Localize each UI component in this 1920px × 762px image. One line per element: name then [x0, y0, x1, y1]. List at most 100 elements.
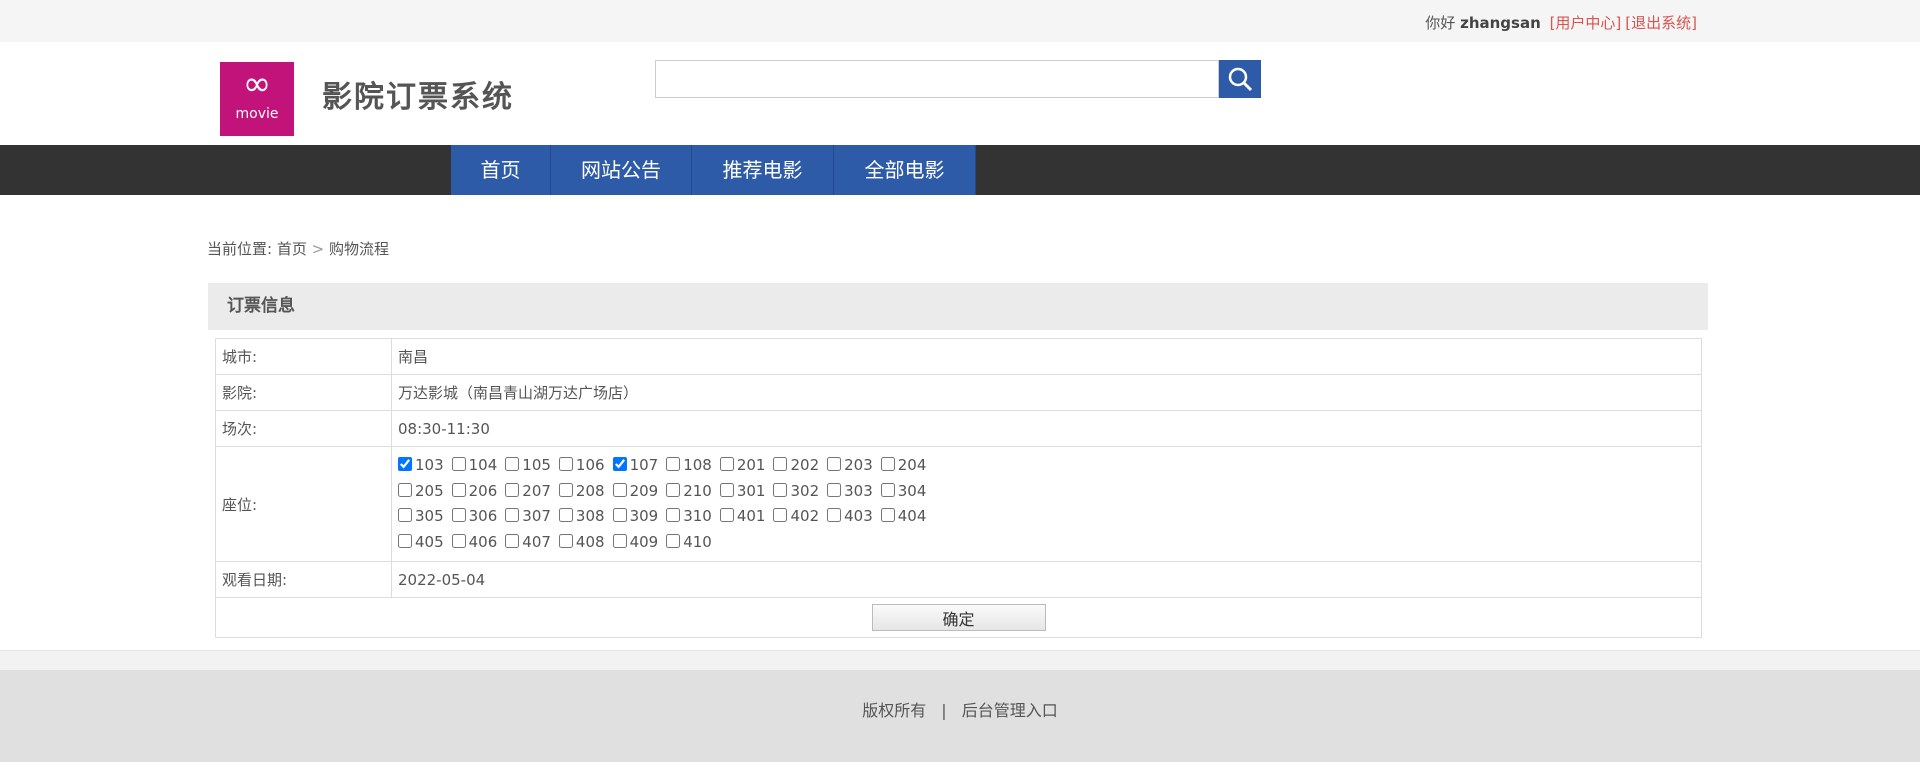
seat-option[interactable]: 301	[719, 479, 766, 505]
confirm-button[interactable]: 确定	[871, 604, 1046, 631]
seat-checkbox[interactable]	[666, 533, 681, 548]
table-row: 城市: 南昌	[215, 338, 1702, 375]
seat-number: 402	[790, 507, 820, 525]
seat-option[interactable]: 408	[558, 530, 605, 556]
search-input[interactable]	[655, 60, 1219, 98]
seat-checkbox[interactable]	[719, 508, 734, 522]
seat-option[interactable]: 204	[880, 453, 927, 479]
seat-option[interactable]: 201	[719, 453, 766, 479]
seat-checkbox[interactable]	[505, 482, 520, 497]
seat-checkbox[interactable]	[451, 457, 466, 471]
seat-option[interactable]: 206	[451, 479, 497, 505]
seat-number: 306	[468, 507, 498, 525]
seat-number: 302	[790, 481, 820, 500]
seat-option[interactable]: 105	[505, 453, 551, 479]
seat-option[interactable]: 104	[451, 453, 498, 479]
seat-option[interactable]: 309	[612, 504, 658, 530]
seat-checkbox[interactable]	[451, 482, 466, 497]
site-title: 影院订票系统	[322, 80, 514, 115]
seat-option[interactable]: 107	[612, 453, 658, 479]
seat-option[interactable]: 304	[880, 479, 926, 505]
seat-checkbox[interactable]	[505, 457, 520, 471]
seat-option[interactable]: 306	[451, 504, 498, 530]
seat-checkbox[interactable]	[666, 508, 681, 522]
seat-option[interactable]: 108	[666, 453, 712, 479]
seat-checkbox[interactable]	[880, 482, 895, 497]
seat-option[interactable]: 404	[880, 504, 926, 530]
seat-checkbox[interactable]	[880, 508, 895, 522]
seat-checkbox[interactable]	[827, 457, 842, 471]
breadcrumb-home[interactable]: 首页	[277, 240, 307, 258]
seat-checkbox[interactable]	[773, 482, 788, 497]
seat-checkbox[interactable]	[558, 508, 573, 522]
seat-option[interactable]: 209	[612, 479, 658, 505]
nav-all-movies[interactable]: 全部电影	[834, 145, 976, 195]
seat-number: 303	[844, 481, 873, 500]
logout-link[interactable]: [退出系统]	[1625, 14, 1697, 32]
user-center-link[interactable]: [用户中心]	[1550, 14, 1622, 32]
nav-home[interactable]: 首页	[451, 145, 551, 195]
seat-checkbox[interactable]	[398, 482, 412, 497]
seat-checkbox[interactable]	[558, 457, 573, 471]
seat-number: 104	[468, 456, 498, 474]
seat-option[interactable]: 307	[505, 504, 551, 530]
seat-checkbox[interactable]	[773, 457, 788, 471]
seat-number: 409	[629, 532, 659, 551]
logo[interactable]: ∞ movie	[220, 62, 294, 136]
seat-checkbox[interactable]	[612, 457, 627, 471]
seat-option[interactable]: 202	[773, 453, 819, 479]
seat-number: 201	[736, 456, 766, 474]
nav-announcements[interactable]: 网站公告	[551, 145, 692, 195]
seat-option[interactable]: 402	[773, 504, 819, 530]
seat-option[interactable]: 208	[558, 479, 605, 505]
seat-option[interactable]: 210	[666, 479, 712, 505]
seat-checkbox[interactable]	[612, 482, 627, 497]
seat-option[interactable]: 310	[666, 504, 712, 530]
seat-number: 410	[683, 532, 712, 551]
seat-checkbox[interactable]	[398, 457, 412, 471]
admin-link[interactable]: 后台管理入口	[962, 701, 1058, 720]
seat-option[interactable]: 308	[558, 504, 605, 530]
seat-option[interactable]: 406	[451, 530, 497, 556]
seat-checkbox[interactable]	[773, 508, 788, 522]
seat-option[interactable]: 203	[827, 453, 873, 479]
seat-option[interactable]: 407	[505, 530, 551, 556]
seat-option[interactable]: 205	[398, 479, 444, 505]
seat-checkbox[interactable]	[827, 482, 842, 497]
seat-number: 204	[897, 456, 927, 474]
table-row: 场次: 08:30-11:30	[215, 410, 1702, 447]
seat-checkbox[interactable]	[719, 482, 734, 497]
seat-option[interactable]: 303	[827, 479, 873, 505]
seat-option[interactable]: 305	[398, 504, 444, 530]
seat-checkbox[interactable]	[612, 508, 627, 522]
seat-checkbox[interactable]	[398, 508, 412, 522]
seat-option[interactable]: 106	[558, 453, 605, 479]
seat-option[interactable]: 103	[398, 453, 444, 479]
seat-checkbox[interactable]	[451, 533, 466, 548]
seat-option[interactable]: 405	[398, 530, 444, 556]
seat-checkbox[interactable]	[827, 508, 842, 522]
seat-option[interactable]: 409	[612, 530, 659, 556]
seat-number: 301	[736, 481, 766, 500]
search-button[interactable]	[1219, 60, 1261, 98]
seat-option[interactable]: 403	[827, 504, 873, 530]
seat-number: 106	[575, 456, 605, 474]
seat-checkbox[interactable]	[558, 482, 573, 497]
seat-checkbox[interactable]	[666, 482, 681, 497]
seat-checkbox[interactable]	[398, 533, 412, 548]
seat-checkbox[interactable]	[558, 533, 573, 548]
seat-option[interactable]: 401	[719, 504, 765, 530]
seat-checkbox[interactable]	[505, 508, 520, 522]
seat-option[interactable]: 207	[505, 479, 551, 505]
seat-option[interactable]: 302	[773, 479, 819, 505]
seat-option[interactable]: 410	[666, 530, 712, 556]
seat-checkbox[interactable]	[612, 533, 627, 548]
seat-checkbox[interactable]	[505, 533, 520, 548]
seat-checkbox[interactable]	[719, 457, 734, 471]
breadcrumb-separator-icon: >	[311, 240, 325, 258]
seat-checkbox[interactable]	[451, 508, 466, 522]
seat-checkbox[interactable]	[666, 457, 681, 471]
seat-checkbox[interactable]	[880, 457, 895, 471]
nav-recommended-movies[interactable]: 推荐电影	[692, 145, 834, 195]
breadcrumb-current: 购物流程	[329, 240, 390, 258]
